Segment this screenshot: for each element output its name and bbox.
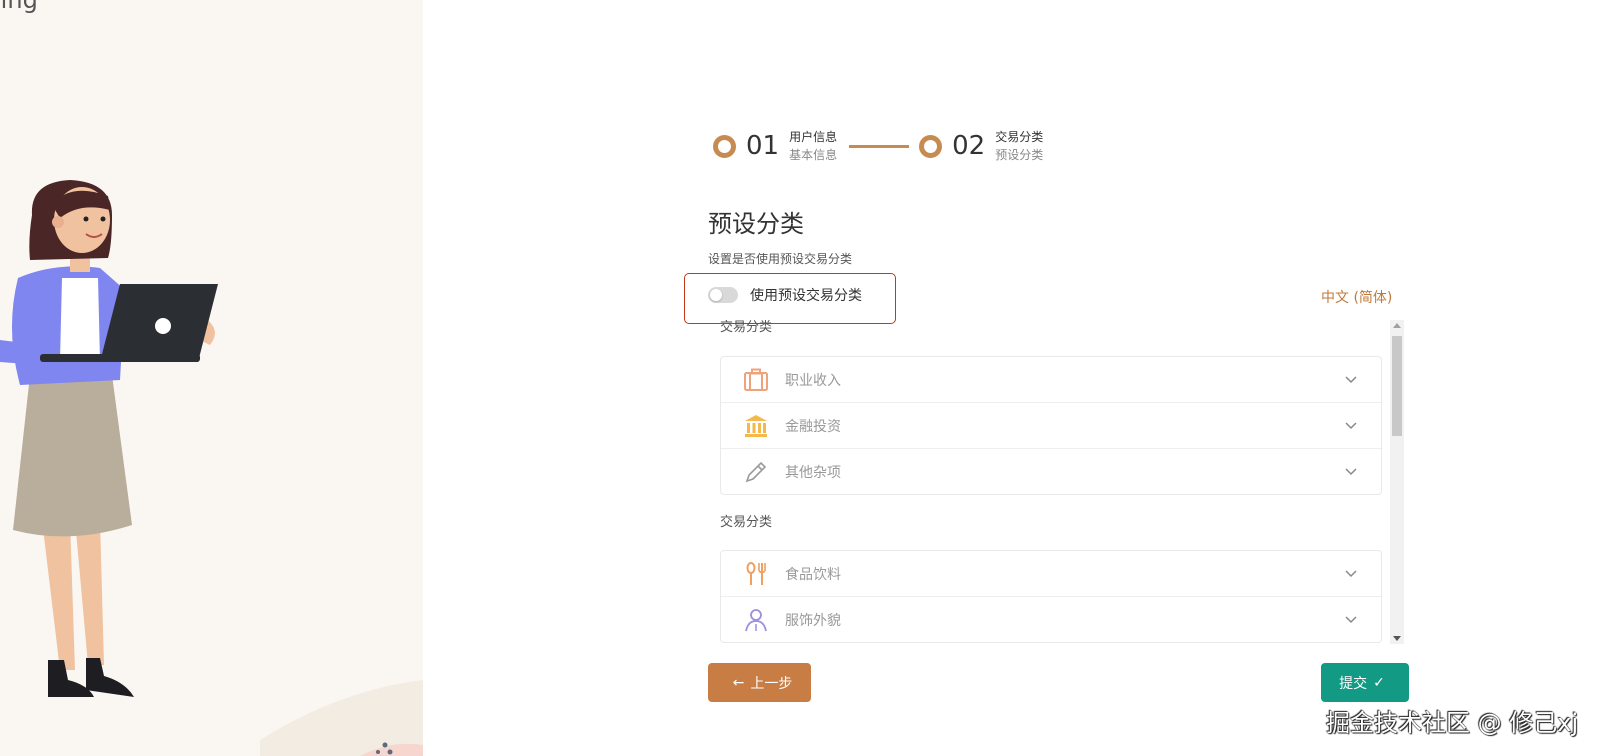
scrollbar[interactable] xyxy=(1390,320,1404,644)
category-label: 职业收入 xyxy=(785,372,841,389)
woman-with-laptop-illustration xyxy=(0,180,423,756)
arrow-left-icon: ← xyxy=(732,674,745,691)
person-icon xyxy=(743,607,769,633)
category-label: 金融投资 xyxy=(785,418,841,435)
category-row-misc[interactable]: 其他杂项 xyxy=(721,449,1381,494)
category-label: 食品饮料 xyxy=(785,566,841,583)
chevron-down-icon[interactable] xyxy=(1343,371,1359,387)
chevron-down-icon[interactable] xyxy=(1343,611,1359,627)
language-selector[interactable]: 中文 (简体) xyxy=(1321,287,1392,307)
category-row-clothing-appearance[interactable]: 服饰外貌 xyxy=(721,597,1381,642)
briefcase-icon xyxy=(743,367,769,393)
step-connector xyxy=(849,144,910,148)
category-label: 其他杂项 xyxy=(785,464,841,481)
scroll-up-icon[interactable] xyxy=(1393,323,1401,328)
step-1-indicator xyxy=(713,134,736,158)
bank-icon xyxy=(743,413,769,439)
chevron-down-icon[interactable] xyxy=(1343,565,1359,581)
page-title: 预设分类 xyxy=(708,210,804,238)
step-2-title: 交易分类 xyxy=(995,130,1044,144)
category-row-food-drink[interactable]: 食品饮料 xyxy=(721,551,1381,597)
category-panel-2: 食品饮料 服饰外貌 xyxy=(720,550,1382,643)
category-row-career-income[interactable]: 职业收入 xyxy=(721,357,1381,403)
scrollbar-thumb[interactable] xyxy=(1392,336,1402,436)
category-label: 服饰外貌 xyxy=(785,612,841,629)
category-panel-1: 职业收入 金融投资 其他杂项 xyxy=(720,356,1382,495)
step-1: 01 用户信息 基本信息 xyxy=(713,128,837,164)
chevron-down-icon[interactable] xyxy=(1343,417,1359,433)
chevron-down-icon[interactable] xyxy=(1343,463,1359,479)
category-scroll-area[interactable]: 交易分类 职业收入 金融投资 其他杂项 交易分类 食品饮料 服饰外貌 xyxy=(708,320,1401,644)
previous-step-label: 上一步 xyxy=(750,675,793,692)
watermark: 掘金技术社区 @ 修己xj xyxy=(1326,709,1579,737)
pencil-icon xyxy=(743,459,769,485)
step-1-subtitle: 基本信息 xyxy=(789,148,838,162)
step-1-title: 用户信息 xyxy=(789,130,838,144)
checkmark-icon: ✓ xyxy=(1373,674,1385,691)
group-label-1: 交易分类 xyxy=(720,320,773,335)
preset-category-toggle[interactable] xyxy=(708,287,738,303)
step-1-number: 01 xyxy=(746,131,780,161)
illustration-panel: oing xyxy=(0,0,423,756)
category-row-finance-investment[interactable]: 金融投资 xyxy=(721,403,1381,449)
fork-knife-icon xyxy=(743,561,769,587)
submit-label: 提交 xyxy=(1339,675,1368,692)
page-description: 设置是否使用预设交易分类 xyxy=(708,252,853,266)
scroll-down-icon[interactable] xyxy=(1393,636,1401,641)
toggle-label: 使用预设交易分类 xyxy=(750,288,862,304)
step-2: 02 交易分类 预设分类 xyxy=(919,128,1043,164)
step-2-indicator xyxy=(919,134,943,158)
stepper: 01 用户信息 基本信息 02 交易分类 预设分类 xyxy=(713,126,1043,166)
toggle-knob xyxy=(710,289,722,301)
previous-step-button[interactable]: ← 上一步 xyxy=(708,663,811,702)
group-label-2: 交易分类 xyxy=(720,515,773,530)
step-2-subtitle: 预设分类 xyxy=(995,148,1044,162)
step-2-number: 02 xyxy=(952,131,986,161)
preset-category-toggle-row[interactable]: 使用预设交易分类 xyxy=(708,285,862,305)
submit-button[interactable]: 提交 ✓ xyxy=(1321,663,1409,702)
